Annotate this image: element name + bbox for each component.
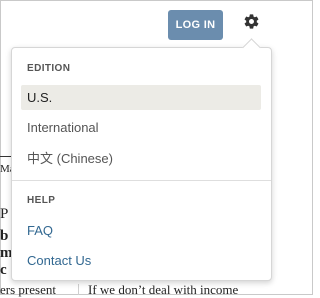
background-text-fragment: b [0, 228, 9, 244]
background-text-fragment: ers present [0, 282, 56, 297]
background-text-fragment: c [0, 262, 7, 278]
settings-button[interactable] [236, 9, 266, 39]
faq-link[interactable]: FAQ [21, 218, 261, 243]
menu-divider [12, 180, 271, 181]
edition-option-international[interactable]: International [21, 115, 261, 140]
edition-option-us[interactable]: U.S. [21, 85, 261, 110]
gear-icon [243, 13, 260, 35]
help-section-title: HELP [27, 195, 56, 206]
background-text-fragment: P [0, 206, 9, 222]
edition-section-title: EDITION [27, 63, 71, 74]
background-column-divider [78, 284, 79, 295]
background-text-fragment: If we don’t deal with income [88, 282, 239, 297]
contact-us-link[interactable]: Contact Us [21, 248, 261, 273]
edition-option-chinese[interactable]: 中文 (Chinese) [21, 145, 261, 170]
login-button[interactable]: LOG IN [168, 10, 223, 40]
settings-dropdown: EDITION U.S. International 中文 (Chinese) … [11, 47, 272, 281]
